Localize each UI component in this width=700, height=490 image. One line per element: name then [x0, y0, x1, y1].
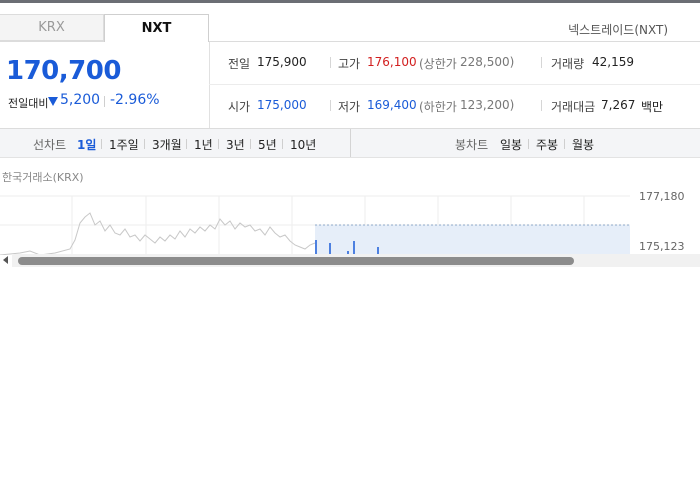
tab-krx[interactable]: KRX [0, 14, 104, 41]
tab-nxt[interactable]: NXT [104, 14, 209, 42]
volume-value: 42,159 [592, 55, 634, 69]
line-chart-label: 선차트 [33, 138, 67, 152]
open-value: 175,000 [257, 98, 307, 112]
nxt-market-label: 넥스트레이드(NXT) [568, 23, 668, 37]
period-1y[interactable]: 1년 [194, 136, 213, 153]
top-border [0, 0, 700, 3]
amount-label: 거래대금 [551, 100, 596, 114]
scroll-left-icon[interactable] [3, 256, 8, 264]
change-separator [104, 96, 105, 107]
high-label: 고가 [338, 57, 361, 71]
candle-daily[interactable]: 일봉 [500, 136, 522, 153]
period-separator [218, 139, 219, 149]
lower-limit-label: (하한가 [419, 100, 457, 114]
period-1w[interactable]: 1주일 [109, 136, 139, 153]
candle-weekly[interactable]: 주봉 [536, 136, 558, 153]
period-3y[interactable]: 3년 [226, 136, 245, 153]
scrollbar-thumb[interactable] [18, 257, 574, 265]
stats-col-divider [541, 100, 542, 111]
candle-separator [564, 139, 565, 149]
tab-divider [209, 41, 700, 42]
prev-close-value: 175,900 [257, 55, 307, 69]
lower-limit-value: 123,200) [460, 98, 515, 112]
y-tick-top: 177,180 [639, 190, 685, 203]
stats-row-divider [209, 84, 700, 85]
upper-limit-label: (상한가 [419, 57, 457, 71]
prev-close-label: 전일 [228, 57, 251, 71]
candle-separator [528, 139, 529, 149]
change-percent: -2.96% [110, 92, 160, 108]
period-separator [282, 139, 283, 149]
period-separator [186, 139, 187, 149]
period-3m[interactable]: 3개월 [152, 136, 182, 153]
y-tick-mid: 175,123 [639, 240, 685, 253]
low-value: 169,400 [367, 98, 417, 112]
period-separator [144, 139, 145, 149]
chart-toolbar: 선차트 1일 1주일 3개월 1년 3년 5년 10년 봉차트 일봉 주봉 월봉 [0, 128, 700, 158]
nxt-session-area [315, 225, 630, 255]
amount-unit: 백만 [641, 100, 664, 114]
compare-label: 전일대비 [8, 97, 49, 110]
amount-value: 7,267 [601, 98, 636, 112]
period-5y[interactable]: 5년 [258, 136, 277, 153]
open-label: 시가 [228, 100, 251, 114]
stats-col-divider [330, 100, 331, 111]
tab-divider-left [0, 41, 104, 42]
stats-col-divider [330, 57, 331, 68]
market-label: 한국거래소(KRX) [2, 171, 84, 184]
volume-label: 거래량 [551, 57, 585, 71]
stats-divider [209, 42, 210, 128]
stats-col-divider [541, 57, 542, 68]
toolbar-split [350, 129, 351, 157]
low-label: 저가 [338, 100, 361, 114]
tab-krx-label: KRX [38, 20, 65, 35]
period-10y[interactable]: 10년 [290, 136, 316, 153]
upper-limit-value: 228,500) [460, 55, 515, 69]
period-separator [250, 139, 251, 149]
intraday-chart [0, 195, 630, 255]
down-triangle-icon [48, 97, 58, 106]
tab-nxt-label: NXT [141, 21, 172, 36]
period-separator [101, 139, 102, 149]
period-1d[interactable]: 1일 [77, 136, 96, 153]
candle-monthly[interactable]: 월봉 [572, 136, 594, 153]
candle-chart-label: 봉차트 [455, 138, 489, 152]
current-price: 170,700 [6, 56, 121, 86]
change-value: 5,200 [60, 92, 101, 108]
high-value: 176,100 [367, 55, 417, 69]
krx-price-line [0, 212, 316, 255]
